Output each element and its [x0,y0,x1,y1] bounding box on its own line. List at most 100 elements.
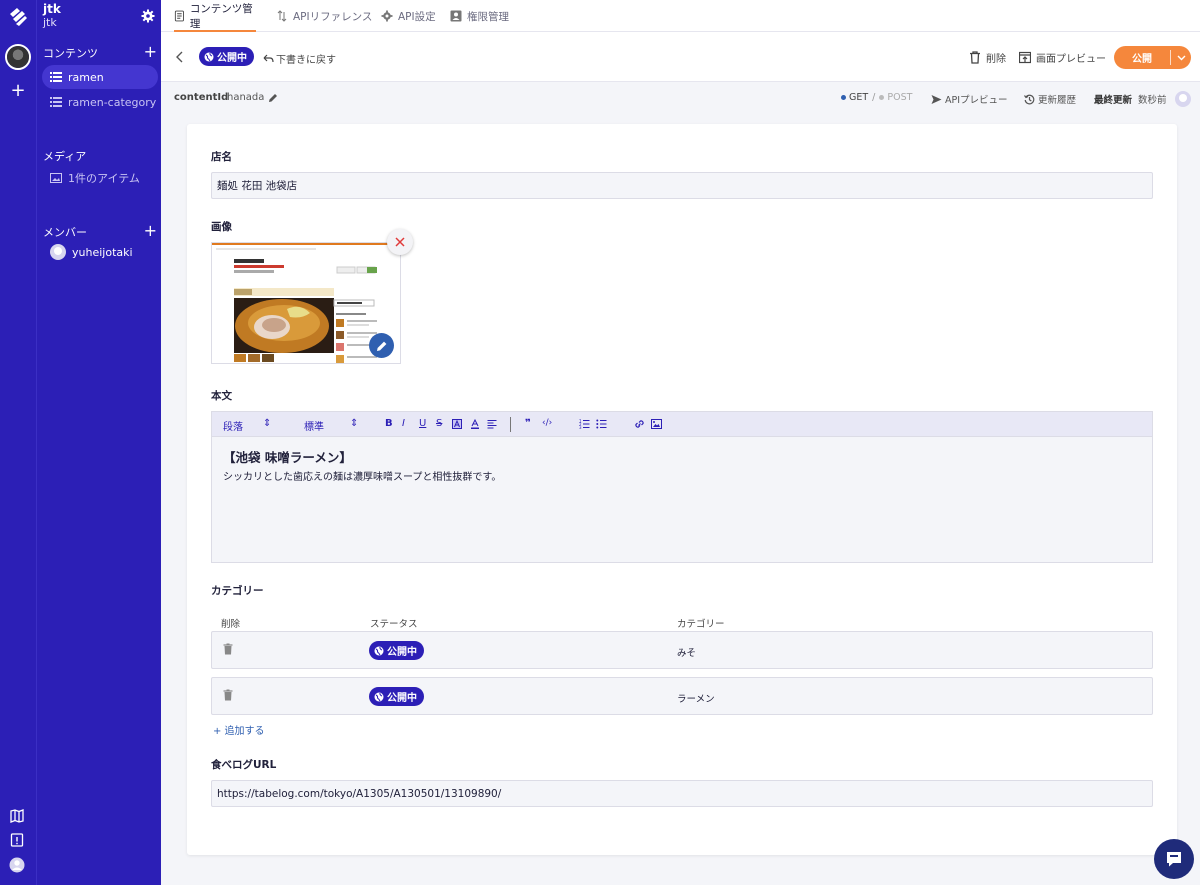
sidebar-member-yuheijotaki[interactable]: yuheijotaki [42,240,158,264]
globe-icon [204,52,214,61]
font-size-select[interactable]: 標準 ⇕ [304,418,358,433]
history-button[interactable]: 更新履歴 [1024,92,1076,106]
tab-content-management[interactable]: コンテンツ管理 [174,0,256,32]
add-category-button[interactable]: + 追加する [213,722,265,737]
tabelog-url-input[interactable] [211,780,1153,807]
sidebar-item-media[interactable]: 1件のアイテム [42,166,158,190]
trash-icon [970,51,980,64]
workspace-header: jtk jtk [43,3,155,31]
undo-icon [263,54,274,63]
paragraph-select[interactable]: 段落 ⇕ [223,418,271,433]
close-icon [395,237,405,247]
field-label-tabelog-url: 食べログURL [211,759,277,771]
category-name: ラーメン [677,694,715,705]
shop-name-input[interactable] [211,172,1153,199]
workspace-avatar[interactable] [5,44,31,70]
ordered-list-icon[interactable]: 123 [579,419,590,429]
trash-icon[interactable] [223,643,233,655]
top-tab-bar: コンテンツ管理 APIリファレンス API設定 権限管理 [161,0,1200,32]
pencil-icon[interactable] [268,93,278,103]
link-icon[interactable] [634,419,645,429]
text-color-icon[interactable] [470,419,480,429]
quote-icon[interactable]: ❞ [525,418,531,429]
sort-icon: ⇕ [263,418,272,429]
delete-button[interactable]: 削除 [969,50,1006,65]
globe-icon [374,646,384,655]
account-icon[interactable] [9,857,25,873]
column-header-status: ステータス [370,619,418,630]
svg-text:3: 3 [579,425,582,429]
bold-button[interactable]: B [385,418,393,429]
add-workspace-button[interactable]: + [9,82,27,100]
table-row[interactable]: 公開中 ラーメン [211,677,1153,715]
image-icon [50,173,62,183]
editor-toolbar: 段落 ⇕ 標準 ⇕ B I U S ❞ ‹/› 123 [212,412,1152,437]
gear-icon[interactable] [141,9,155,23]
sidebar-item-label: 1件のアイテム [68,172,140,185]
arrows-icon [277,10,287,22]
chat-icon [1167,852,1181,867]
chevron-left-icon[interactable] [175,50,185,64]
globe-icon [374,692,384,701]
sidebar-item-ramen-category[interactable]: ramen-category [42,90,158,114]
rich-text-editor: 段落 ⇕ 標準 ⇕ B I U S ❞ ‹/› 123 【池袋 味噌ラーメン】 シッ… [211,411,1153,563]
status-badge: 公開中 [199,47,254,66]
field-label-category: カテゴリー [211,585,264,597]
avatar [50,244,66,260]
member-name: yuheijotaki [72,245,133,259]
document-icon [174,10,184,22]
api-method-toggle[interactable]: GET / POST [841,92,912,103]
avatar [1174,91,1191,107]
publish-options-button[interactable] [1171,55,1191,61]
pencil-icon [376,341,386,351]
api-preview-button[interactable]: APIプレビュー [931,92,1008,106]
add-member-button[interactable]: + [144,221,157,240]
strike-button[interactable]: S [436,418,442,429]
user-card-icon [450,10,462,22]
app-rail: + [0,0,37,885]
category-name: みそ [677,648,697,659]
contents-section-title: コンテンツ + [43,42,157,61]
content-meta-row: contentId hanada GET / POST APIプレビュー 更新履… [161,82,1200,112]
insert-image-icon[interactable] [651,419,662,429]
list-icon [50,72,62,82]
trash-icon[interactable] [223,689,233,701]
underline-button[interactable]: U [419,418,426,429]
field-label-image: 画像 [211,221,232,233]
list-icon [50,97,62,107]
add-content-button[interactable]: + [144,42,157,61]
post-label: POST [887,92,913,103]
content-id-value: hanada [227,92,278,103]
notice-icon[interactable] [9,832,25,848]
map-icon[interactable] [9,808,25,824]
sidebar-item-ramen[interactable]: ramen [42,65,158,89]
sidebar: jtk jtk コンテンツ + ramen ramen-category メディ… [37,0,161,885]
remove-image-button[interactable] [387,229,413,255]
app-logo-icon[interactable] [7,6,29,28]
align-icon[interactable] [487,419,497,429]
tab-api-reference[interactable]: APIリファレンス [276,0,372,32]
chat-support-button[interactable] [1154,839,1194,879]
gear-icon [381,10,393,22]
italic-button[interactable]: I [402,418,405,429]
sidebar-item-label: ramen-category [68,95,157,109]
revert-to-draft-button[interactable]: 下書きに戻す [263,51,336,66]
media-section-title: メディア [43,150,87,163]
screen-preview-button[interactable]: 画面プレビュー [1019,50,1106,65]
members-section-title: メンバー + [43,221,157,240]
edit-image-button[interactable] [369,333,394,358]
code-icon[interactable]: ‹/› [542,418,552,428]
highlight-icon[interactable] [452,419,462,429]
sort-icon: ⇕ [350,418,359,429]
status-badge: 公開中 [369,641,424,660]
body-heading[interactable]: 【池袋 味噌ラーメン】 [223,447,352,466]
table-row[interactable]: 公開中 みそ [211,631,1153,669]
bullet-list-icon[interactable] [596,419,607,429]
history-icon [1024,94,1035,104]
tab-permissions[interactable]: 権限管理 [450,0,509,32]
tab-api-settings[interactable]: API設定 [381,0,436,32]
body-paragraph[interactable]: シッカリとした歯応えの麺は濃厚味噌スープと相性抜群です。 [223,468,501,483]
content-edit-card: 店名 画像 [187,124,1177,855]
sidebar-item-label: ramen [68,70,104,84]
publish-button[interactable]: 公開 [1114,46,1191,69]
